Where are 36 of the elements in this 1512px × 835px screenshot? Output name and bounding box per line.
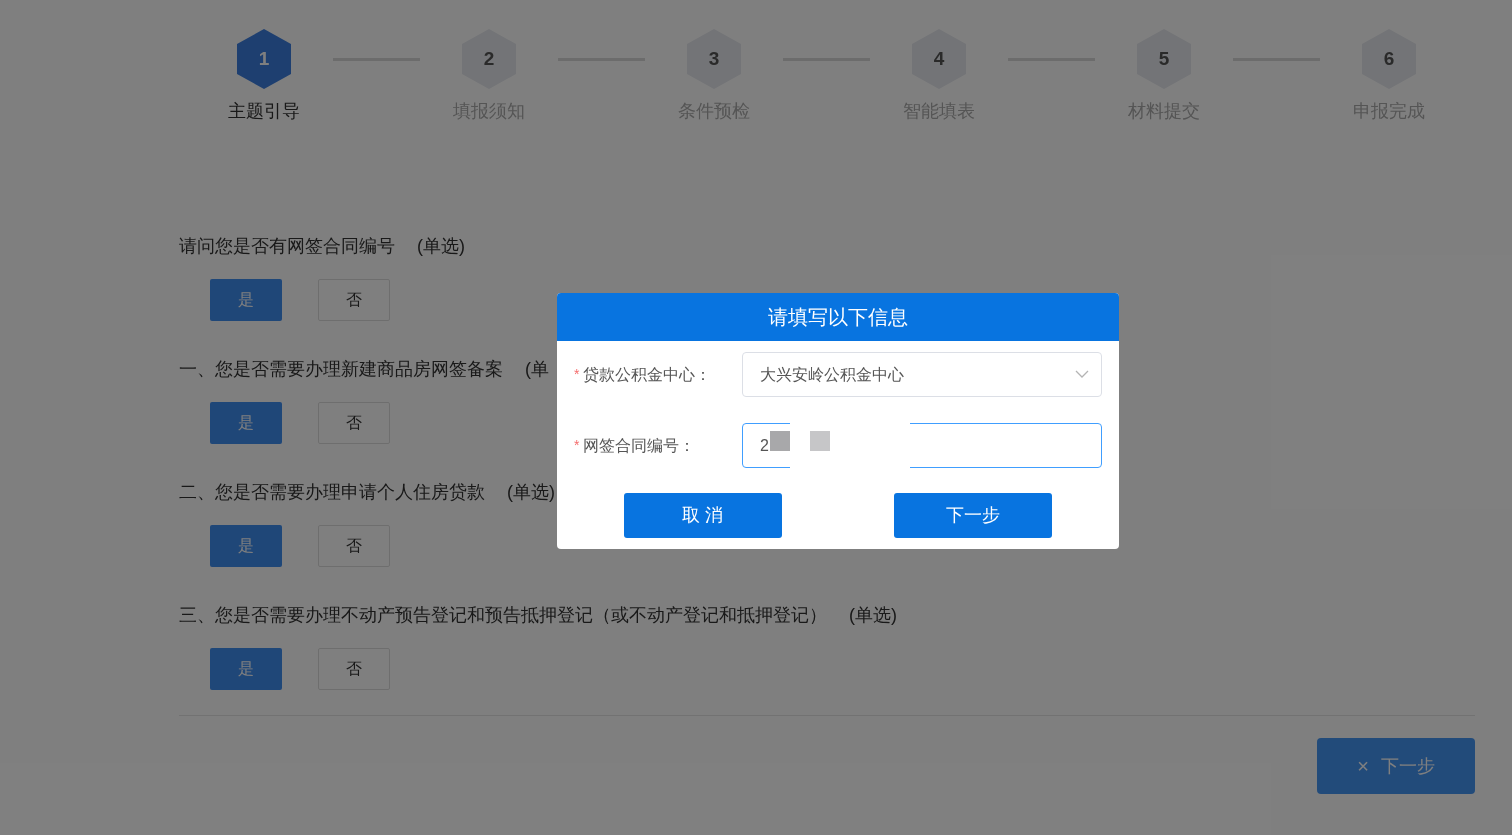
- step-number: 3: [707, 46, 721, 71]
- question-tag: (单选): [417, 232, 465, 260]
- question-text: 一、您是否需要办理新建商品房网签备案: [179, 357, 503, 381]
- step-number: 5: [1157, 46, 1171, 71]
- redaction-mark: [770, 431, 790, 451]
- dialog-button[interactable]: 取 消: [624, 493, 782, 538]
- option-button[interactable]: 是: [210, 402, 282, 444]
- question-tag: (单选): [507, 478, 555, 506]
- step-number: 2: [482, 46, 496, 71]
- step-label: 主题引导: [228, 100, 300, 123]
- option-button[interactable]: 否: [318, 525, 390, 567]
- field-label: 网签合同编号：: [583, 435, 696, 456]
- next-button[interactable]: × 下一步: [1317, 738, 1475, 794]
- question-tag: (单选): [849, 601, 897, 629]
- option-button[interactable]: 否: [318, 279, 390, 321]
- required-mark: *: [574, 365, 580, 384]
- option-button[interactable]: 是: [210, 648, 282, 690]
- option-button[interactable]: 否: [318, 648, 390, 690]
- question-text: 三、您是否需要办理不动产预告登记和预告抵押登记（或不动产登记和抵押登记）: [179, 603, 827, 627]
- field-label: 贷款公积金中心：: [583, 364, 712, 385]
- step-number: 1: [257, 46, 271, 71]
- option-button[interactable]: 是: [210, 525, 282, 567]
- option-button[interactable]: 否: [318, 402, 390, 444]
- chevron-down-icon: [1075, 370, 1089, 379]
- question-text: 二、您是否需要办理申请个人住房贷款: [179, 480, 485, 504]
- required-mark: *: [574, 436, 580, 455]
- dialog-title: 请填写以下信息: [768, 305, 908, 330]
- question-tag: (单: [525, 355, 549, 383]
- dialog-button[interactable]: 下一步: [894, 493, 1052, 538]
- select-field[interactable]: 大兴安岭公积金中心: [742, 352, 1102, 397]
- option-button[interactable]: 是: [210, 279, 282, 321]
- step-number: 4: [932, 46, 946, 71]
- close-icon: ×: [1357, 751, 1369, 781]
- question-text: 请问您是否有网签合同编号: [179, 234, 395, 258]
- step-number: 6: [1382, 46, 1396, 71]
- redaction-mark: [810, 431, 830, 451]
